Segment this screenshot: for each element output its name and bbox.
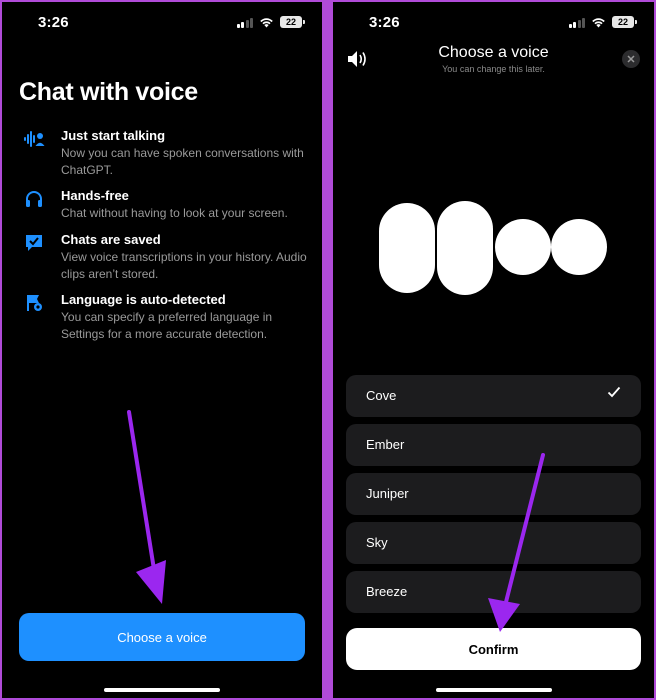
- headphones-icon: [24, 189, 44, 209]
- voice-option-breeze[interactable]: Breeze: [346, 571, 641, 613]
- feature-title: Language is auto-detected: [61, 292, 226, 307]
- wifi-icon: [259, 17, 274, 28]
- feature-title: Chats are saved: [61, 232, 161, 247]
- feature-description: Chat without having to look at your scre…: [61, 206, 288, 220]
- voice-option-label: Juniper: [366, 486, 409, 501]
- status-time: 3:26: [38, 14, 69, 31]
- status-bar: 3:26 22: [2, 2, 322, 46]
- voice-option-sky[interactable]: Sky: [346, 522, 641, 564]
- feature-description: You can specify a preferred language in …: [61, 310, 273, 341]
- voice-option-juniper[interactable]: Juniper: [346, 473, 641, 515]
- voice-blob: [495, 219, 551, 275]
- chat-check-icon: [24, 233, 44, 253]
- choose-voice-button[interactable]: Choose a voice: [19, 613, 305, 661]
- feature-title: Hands-free: [61, 188, 129, 203]
- voice-option-label: Breeze: [366, 584, 408, 599]
- voice-option-label: Cove: [366, 388, 397, 403]
- voice-animation: [379, 201, 607, 295]
- voice-option-label: Sky: [366, 535, 388, 550]
- voice-option-cove[interactable]: Cove: [346, 375, 641, 417]
- battery-icon: 22: [280, 16, 305, 28]
- cellular-signal-icon: [236, 17, 253, 28]
- voice-blob: [551, 219, 607, 275]
- voice-blob: [379, 203, 435, 293]
- voice-blob: [437, 201, 493, 295]
- checkmark-icon: [607, 385, 621, 404]
- feature-description: Now you can have spoken conversations wi…: [61, 146, 304, 177]
- home-indicator: [435, 688, 552, 692]
- voice-waveform-icon: [24, 129, 45, 149]
- flag-icon: [24, 293, 44, 313]
- home-indicator: [104, 688, 220, 692]
- page-title: Chat with voice: [19, 78, 198, 106]
- voice-option-label: Ember: [366, 437, 405, 452]
- confirm-button[interactable]: Confirm: [346, 628, 641, 670]
- voice-intro-screen: 3:26 22 Chat with voice Just start talki…: [2, 2, 322, 698]
- feature-title: Just start talking: [61, 128, 166, 143]
- feature-description: View voice transcriptions in your histor…: [61, 250, 307, 281]
- choose-voice-screen: 3:26 22 Choose a voice You can change th…: [333, 2, 654, 698]
- voice-option-ember[interactable]: Ember: [346, 424, 641, 466]
